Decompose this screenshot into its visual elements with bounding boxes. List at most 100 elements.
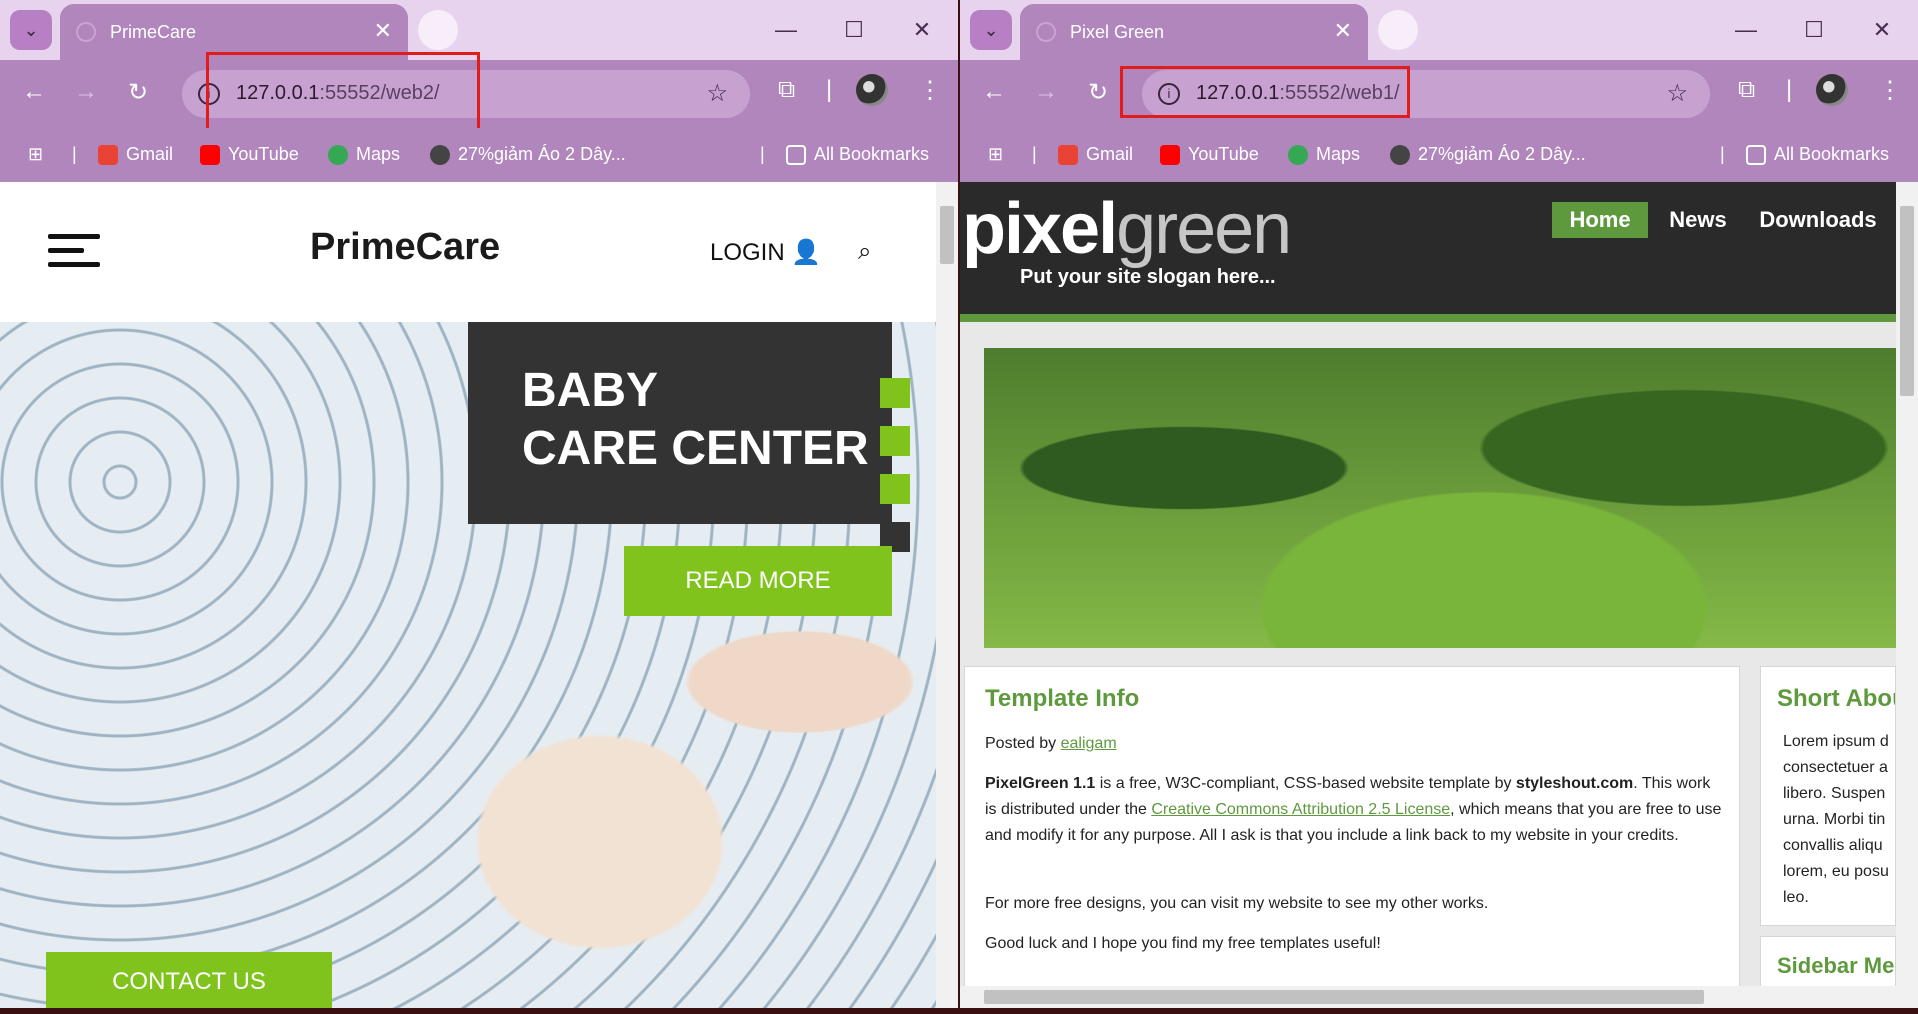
bookmark-divider: | [1720,144,1725,164]
post-paragraph-1: PixelGreen 1.1 is a free, W3C-compliant,… [985,775,1722,844]
bookmarks-bar: ⊞ | Gmail YouTube Maps 27%giảm Áo 2 Dây.… [0,128,958,182]
youtube-icon [200,144,220,165]
post-paragraph-3: Good luck and I hope you find my free te… [985,935,1381,952]
forward-arrow-icon[interactable]: → [74,78,98,106]
gmail-icon [98,144,118,165]
folder-icon [786,144,806,165]
page-viewport: pixelgreen Put your site slogan here... … [960,182,1918,1008]
all-bookmarks[interactable]: All Bookmarks [786,144,929,165]
toolbar-divider: | [826,76,833,103]
reload-icon[interactable]: ↻ [1088,78,1108,107]
bookmark-divider: | [760,144,765,164]
minimize-button[interactable]: — [752,0,820,60]
apps-grid-icon[interactable]: ⊞ [988,144,1003,165]
close-window-button[interactable]: ✕ [1848,0,1916,60]
toolbar-divider: | [1786,76,1793,103]
forward-arrow-icon[interactable]: → [1034,78,1058,106]
close-window-button[interactable]: ✕ [888,0,956,60]
profile-avatar[interactable] [856,74,888,106]
close-tab-icon[interactable]: ✕ [374,18,392,44]
bookmark-gmail[interactable]: Gmail [1058,144,1133,165]
bookmark-divider: | [1032,144,1037,164]
profile-avatar[interactable] [1816,74,1848,106]
tab-strip: ⌄ PrimeCare ✕ — ☐ ✕ [0,0,958,60]
sidebar-menu-title: Sidebar Me [1777,953,1895,978]
globe-icon [1390,144,1410,165]
site-logo[interactable]: PrimeCare [310,226,500,269]
slider-dot[interactable] [880,474,910,504]
globe-icon [76,22,96,42]
menu-kebab-icon[interactable]: ⋮ [918,76,942,105]
bookmark-youtube[interactable]: YouTube [1160,144,1259,165]
horizontal-scrollbar[interactable] [960,986,1896,1008]
bookmark-sale[interactable]: 27%giảm Áo 2 Dây... [1390,144,1586,165]
sidebar-text: Lorem ipsum d consectetuer a libero. Sus… [1783,733,1889,906]
new-tab-button[interactable] [1378,10,1418,50]
page-viewport: PrimeCare LOGIN 👤 ⌕ BABY CARE CENTER READ… [0,182,958,1008]
bookmark-maps[interactable]: Maps [1288,144,1360,165]
sidebar-title: Short About [1777,685,1895,712]
site-slogan: Put your site slogan here... [1020,266,1276,288]
gmail-icon [1058,144,1078,165]
read-more-button[interactable]: READ MORE [624,546,892,616]
tab-search-button[interactable]: ⌄ [10,10,52,50]
maps-icon [328,144,348,165]
nav-downloads[interactable]: Downloads [1748,202,1888,238]
minimize-button[interactable]: — [1712,0,1780,60]
bookmark-youtube[interactable]: YouTube [200,144,299,165]
nav-news[interactable]: News [1652,202,1744,238]
login-link[interactable]: LOGIN 👤 [710,238,821,267]
scrollbar-thumb[interactable] [940,206,954,264]
apps-grid-icon[interactable]: ⊞ [28,144,43,165]
youtube-icon [1160,144,1180,165]
maximize-button[interactable]: ☐ [820,0,888,60]
bookmark-sale[interactable]: 27%giảm Áo 2 Dây... [430,144,626,165]
scrollbar-thumb[interactable] [984,990,1704,1004]
extensions-icon[interactable]: ⧉ [778,76,795,104]
header-landscape-image [984,348,1896,648]
new-tab-button[interactable] [418,10,458,50]
nav-home[interactable]: Home [1552,202,1648,238]
tab-search-button[interactable]: ⌄ [970,10,1012,50]
tab-pixel-green[interactable]: Pixel Green ✕ [1020,4,1368,60]
reload-icon[interactable]: ↻ [128,78,148,107]
main-article: Template Info Posted by ealigam PixelGre… [964,666,1740,1008]
license-link[interactable]: Creative Commons Attribution 2.5 License [1151,801,1450,818]
content-area: Template Info Posted by ealigam PixelGre… [960,322,1896,1008]
post-title: Template Info [985,685,1140,712]
back-arrow-icon[interactable]: ← [22,78,46,106]
search-icon[interactable]: ⌕ [858,238,871,266]
all-bookmarks[interactable]: All Bookmarks [1746,144,1889,165]
tab-title: Pixel Green [1070,22,1165,42]
globe-icon [430,144,450,165]
author-link[interactable]: ealigam [1061,735,1117,752]
post-paragraph-2: For more free designs, you can visit my … [985,895,1489,912]
slider-dot[interactable] [880,378,910,408]
close-tab-icon[interactable]: ✕ [1334,18,1352,44]
bookmark-divider: | [72,144,77,164]
window-controls: — ☐ ✕ [1712,0,1916,60]
sidebar-about: Short About Lorem ipsum d consectetuer a… [1760,666,1896,926]
extensions-icon[interactable]: ⧉ [1738,76,1755,104]
site-header: pixelgreen Put your site slogan here... … [960,182,1896,322]
vertical-scrollbar[interactable] [936,182,958,1008]
bookmark-gmail[interactable]: Gmail [98,144,173,165]
user-icon: 👤 [791,239,822,266]
slider-dot[interactable] [880,426,910,456]
back-arrow-icon[interactable]: ← [982,78,1006,106]
folder-icon [1746,144,1766,165]
bookmark-star-icon[interactable]: ☆ [706,79,728,108]
vertical-scrollbar[interactable] [1896,182,1918,1008]
hero-title: BABY CARE CENTER [522,364,869,475]
bookmark-star-icon[interactable]: ☆ [1666,79,1688,108]
tab-title: PrimeCare [110,22,197,42]
bookmarks-bar: ⊞ | Gmail YouTube Maps 27%giảm Áo 2 Dây.… [960,128,1918,182]
globe-icon [1036,22,1056,42]
maximize-button[interactable]: ☐ [1780,0,1848,60]
bookmark-maps[interactable]: Maps [328,144,400,165]
menu-kebab-icon[interactable]: ⋮ [1878,76,1902,105]
browser-window-right: ⌄ Pixel Green ✕ — ☐ ✕ ← → ↻ i 127.0.0.1:… [960,0,1918,1008]
site-logo[interactable]: pixelgreen [962,188,1292,270]
scrollbar-thumb[interactable] [1900,206,1914,396]
contact-us-button[interactable]: CONTACT US [46,952,332,1008]
